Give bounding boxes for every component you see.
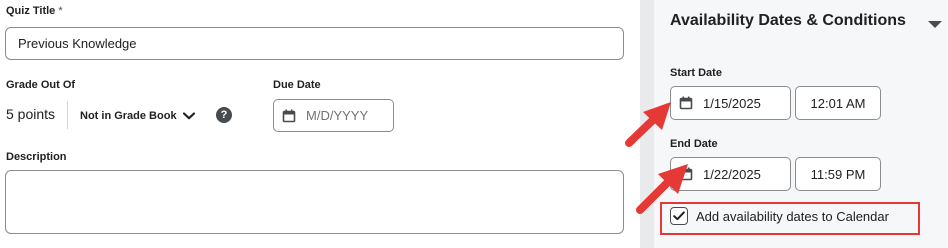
quiz-title-label: Quiz Title * [6, 5, 63, 17]
calendar-icon [679, 167, 693, 181]
chevron-down-icon [182, 107, 195, 125]
gradebook-dropdown[interactable]: Not in Grade Book [80, 106, 195, 126]
due-date-label: Due Date [273, 79, 321, 91]
add-to-calendar-option[interactable]: Add availability dates to Calendar [670, 207, 889, 225]
grade-separator [67, 101, 68, 129]
checkmark-icon [673, 211, 685, 221]
required-marker: * [58, 5, 63, 17]
start-date-input[interactable]: 1/15/2025 [670, 86, 791, 120]
calendar-icon [282, 109, 296, 123]
description-input[interactable] [5, 170, 624, 234]
calendar-icon [679, 96, 693, 110]
start-date-label: Start Date [670, 67, 722, 79]
due-date-placeholder: M/D/YYYY [306, 108, 369, 123]
start-date-value: 1/15/2025 [703, 95, 761, 111]
collapse-caret-icon[interactable] [928, 21, 942, 28]
end-time-input[interactable]: 11:59 PM [795, 157, 881, 191]
availability-section-title: Availability Dates & Conditions [670, 12, 906, 29]
add-to-calendar-checkbox[interactable] [670, 207, 688, 225]
end-date-input[interactable]: 1/22/2025 [670, 157, 791, 191]
quiz-properties-panel: Quiz Title * Previous Knowledge Grade Ou… [0, 0, 640, 248]
gradebook-dropdown-label: Not in Grade Book [80, 110, 177, 122]
quiz-title-value: Previous Knowledge [18, 36, 137, 51]
grade-out-of-label: Grade Out Of [6, 79, 76, 91]
end-date-value: 1/22/2025 [703, 166, 761, 182]
description-label: Description [6, 151, 67, 163]
grade-points-value: 5 points [6, 106, 56, 122]
end-date-label: End Date [670, 138, 718, 150]
add-to-calendar-label: Add availability dates to Calendar [696, 208, 889, 224]
help-icon[interactable]: ? [216, 107, 232, 123]
panel-divider [640, 0, 654, 248]
start-time-input[interactable]: 12:01 AM [795, 86, 881, 120]
start-time-value: 12:01 AM [810, 95, 866, 111]
quiz-title-input[interactable]: Previous Knowledge [5, 27, 624, 60]
due-date-input[interactable]: M/D/YYYY [273, 99, 394, 132]
end-time-value: 11:59 PM [810, 166, 866, 182]
